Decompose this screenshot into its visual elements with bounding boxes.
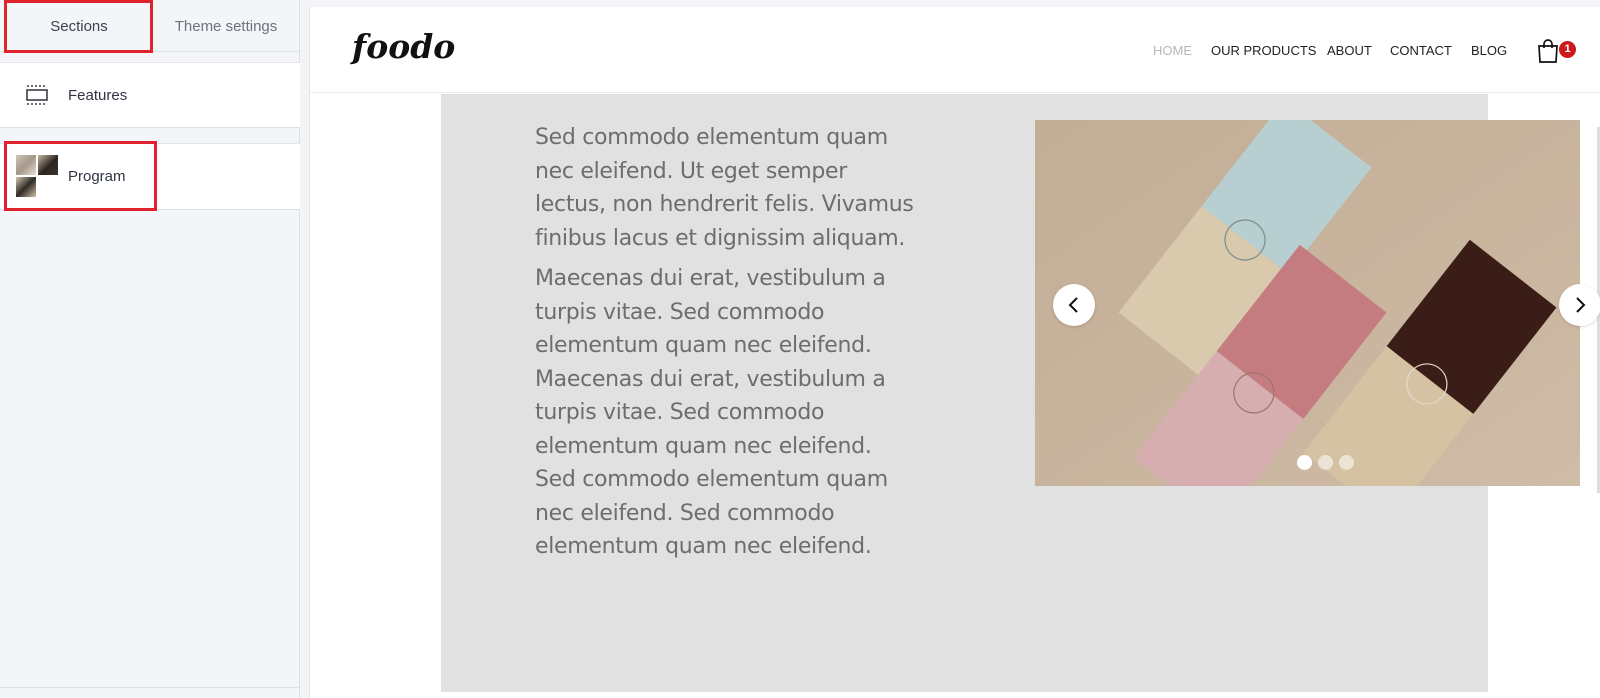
sidebar-item-features[interactable]: Features: [0, 62, 300, 128]
slide-image: [1035, 120, 1580, 486]
chevron-right-icon: [1576, 297, 1586, 313]
nav-link-blog[interactable]: BLOG: [1471, 43, 1507, 63]
slider-next-button[interactable]: [1559, 284, 1600, 326]
divider: [0, 687, 300, 688]
shopping-bag-icon[interactable]: [1537, 39, 1559, 63]
nav-link-contact[interactable]: CONTACT: [1390, 43, 1452, 63]
slider-dot[interactable]: [1318, 455, 1333, 470]
nav-link-home[interactable]: HOME: [1153, 43, 1192, 63]
sidebar-item-label: Features: [68, 86, 128, 104]
nav-link-our-products[interactable]: OUR PRODUCTS: [1211, 43, 1316, 63]
paragraph: Maecenas dui erat, vestibulum a turpis v…: [535, 266, 888, 559]
slider-dot[interactable]: [1339, 455, 1354, 470]
store-preview: foodo HOME OUR PRODUCTS ABOUT CONTACT BL…: [309, 7, 1600, 698]
slider-dot[interactable]: [1297, 455, 1312, 470]
store-logo[interactable]: foodo: [352, 27, 455, 66]
tab-sections[interactable]: Sections: [6, 0, 152, 52]
image-slider[interactable]: [1035, 120, 1580, 486]
sidebar-item-program[interactable]: Program: [0, 143, 300, 210]
cart-count-badge: 1: [1559, 41, 1576, 58]
thumbnail-image: [16, 155, 36, 175]
slider-prev-button[interactable]: [1053, 284, 1095, 326]
nav-link-about[interactable]: ABOUT: [1327, 43, 1372, 63]
section-layout-icon: [26, 85, 48, 105]
thumbnail-image: [16, 177, 36, 197]
paragraph: Sed commodo elementum quam nec eleifend.…: [535, 125, 914, 251]
thumbnail-image: [38, 155, 58, 175]
tab-theme-settings[interactable]: Theme settings: [152, 0, 300, 52]
image-thumbnails-icon: [16, 155, 60, 199]
chevron-left-icon: [1068, 297, 1078, 313]
editor-sidebar: Sections Theme settings Features Program: [0, 0, 300, 698]
sidebar-tabs: Sections Theme settings: [0, 0, 300, 53]
slider-pagination: [1297, 455, 1354, 470]
sidebar-item-label: Program: [68, 168, 126, 185]
site-header: foodo HOME OUR PRODUCTS ABOUT CONTACT BL…: [310, 7, 1600, 93]
